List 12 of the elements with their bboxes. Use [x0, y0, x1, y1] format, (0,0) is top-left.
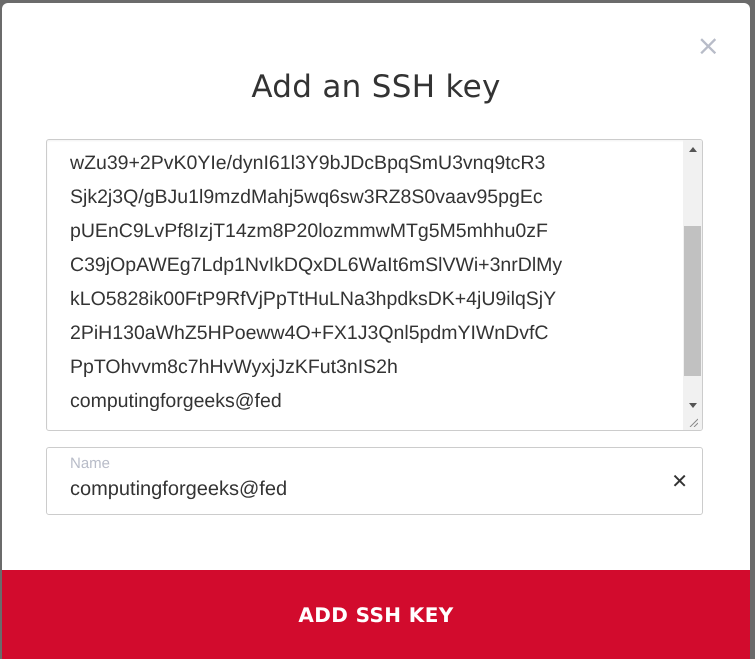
scroll-up-icon[interactable] [688, 146, 698, 152]
name-value: computingforgeeks@fed [70, 478, 288, 501]
resize-grip-icon[interactable] [688, 417, 698, 427]
name-label: Name [70, 455, 112, 472]
scrollbar-thumb[interactable] [684, 226, 701, 376]
dialog-title: Add an SSH key [250, 69, 502, 105]
scrollbar[interactable] [683, 140, 702, 430]
key-textarea[interactable]: wZu39+2PvK0YIe/dynI61l3Y9bJDcBpqSmU3vnq9tcR3 Sjk2j3Q/gBJu1l9mzdMahj5wq6sw3RZ8S0vaav95pgEc pUEnC9LvPf8IzjT14zm8P20lozmmwMTg5M5mhhu0zF C39jOpAWEg7Ldp1NvIkDQxDL6WaIt6mSlVWi+3nrDlMy kLO5828ik00FtP9RfVjPpTtHuLNa3hpdksDK+4jU9ilqSjY 2PiH130aWhZ5HPoeww4O+FX1J3Qnl5pdmYIWnDvfC PpTOhvvm8c7hHvWyxjJzKFut3nIS2h computingforgeeks@fed [46, 139, 703, 431]
clear-button[interactable]: ✕ [667, 467, 692, 495]
add-ssh-key-button[interactable]: ADD SSH KEY [2, 570, 750, 659]
name-field[interactable]: Name computingforgeeks@fed ✕ [46, 447, 703, 515]
scroll-down-icon[interactable] [688, 403, 698, 409]
